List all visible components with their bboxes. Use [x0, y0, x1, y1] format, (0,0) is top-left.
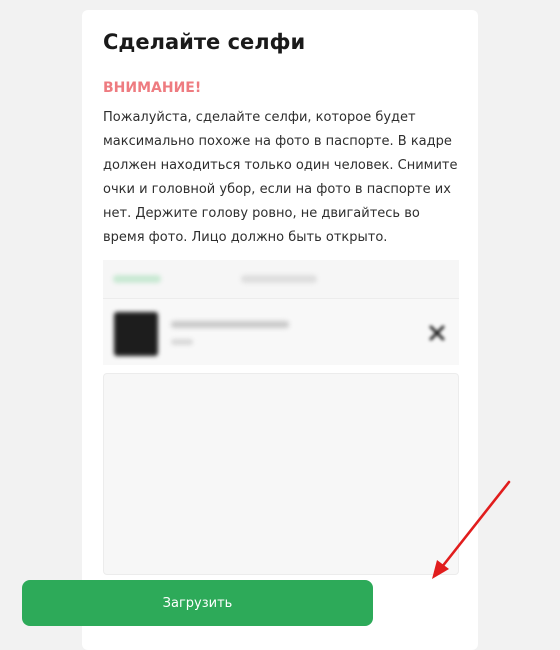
- warning-label: ВНИМАНИЕ!: [103, 80, 202, 96]
- annotation-arrow: [432, 480, 511, 579]
- file-uploader: [103, 260, 459, 575]
- upload-button[interactable]: Загрузить: [22, 580, 373, 626]
- uploaded-file-row: [103, 299, 459, 365]
- instructions-text: Пожалуйста, сделайте селфи, которое буде…: [103, 110, 458, 245]
- file-thumbnail: [114, 312, 158, 356]
- selfie-upload-card: Сделайте селфи ВНИМАНИЕ! Пожалуйста, сде…: [82, 10, 478, 650]
- file-size-redacted: [171, 339, 193, 345]
- drop-area[interactable]: [103, 373, 459, 575]
- page-title: Сделайте селфи: [103, 30, 306, 54]
- uploader-tab-secondary[interactable]: [241, 275, 317, 283]
- file-name-redacted: [171, 321, 289, 328]
- close-icon[interactable]: [427, 323, 447, 343]
- uploader-tabs: [103, 260, 459, 299]
- uploader-tab-active[interactable]: [113, 275, 161, 283]
